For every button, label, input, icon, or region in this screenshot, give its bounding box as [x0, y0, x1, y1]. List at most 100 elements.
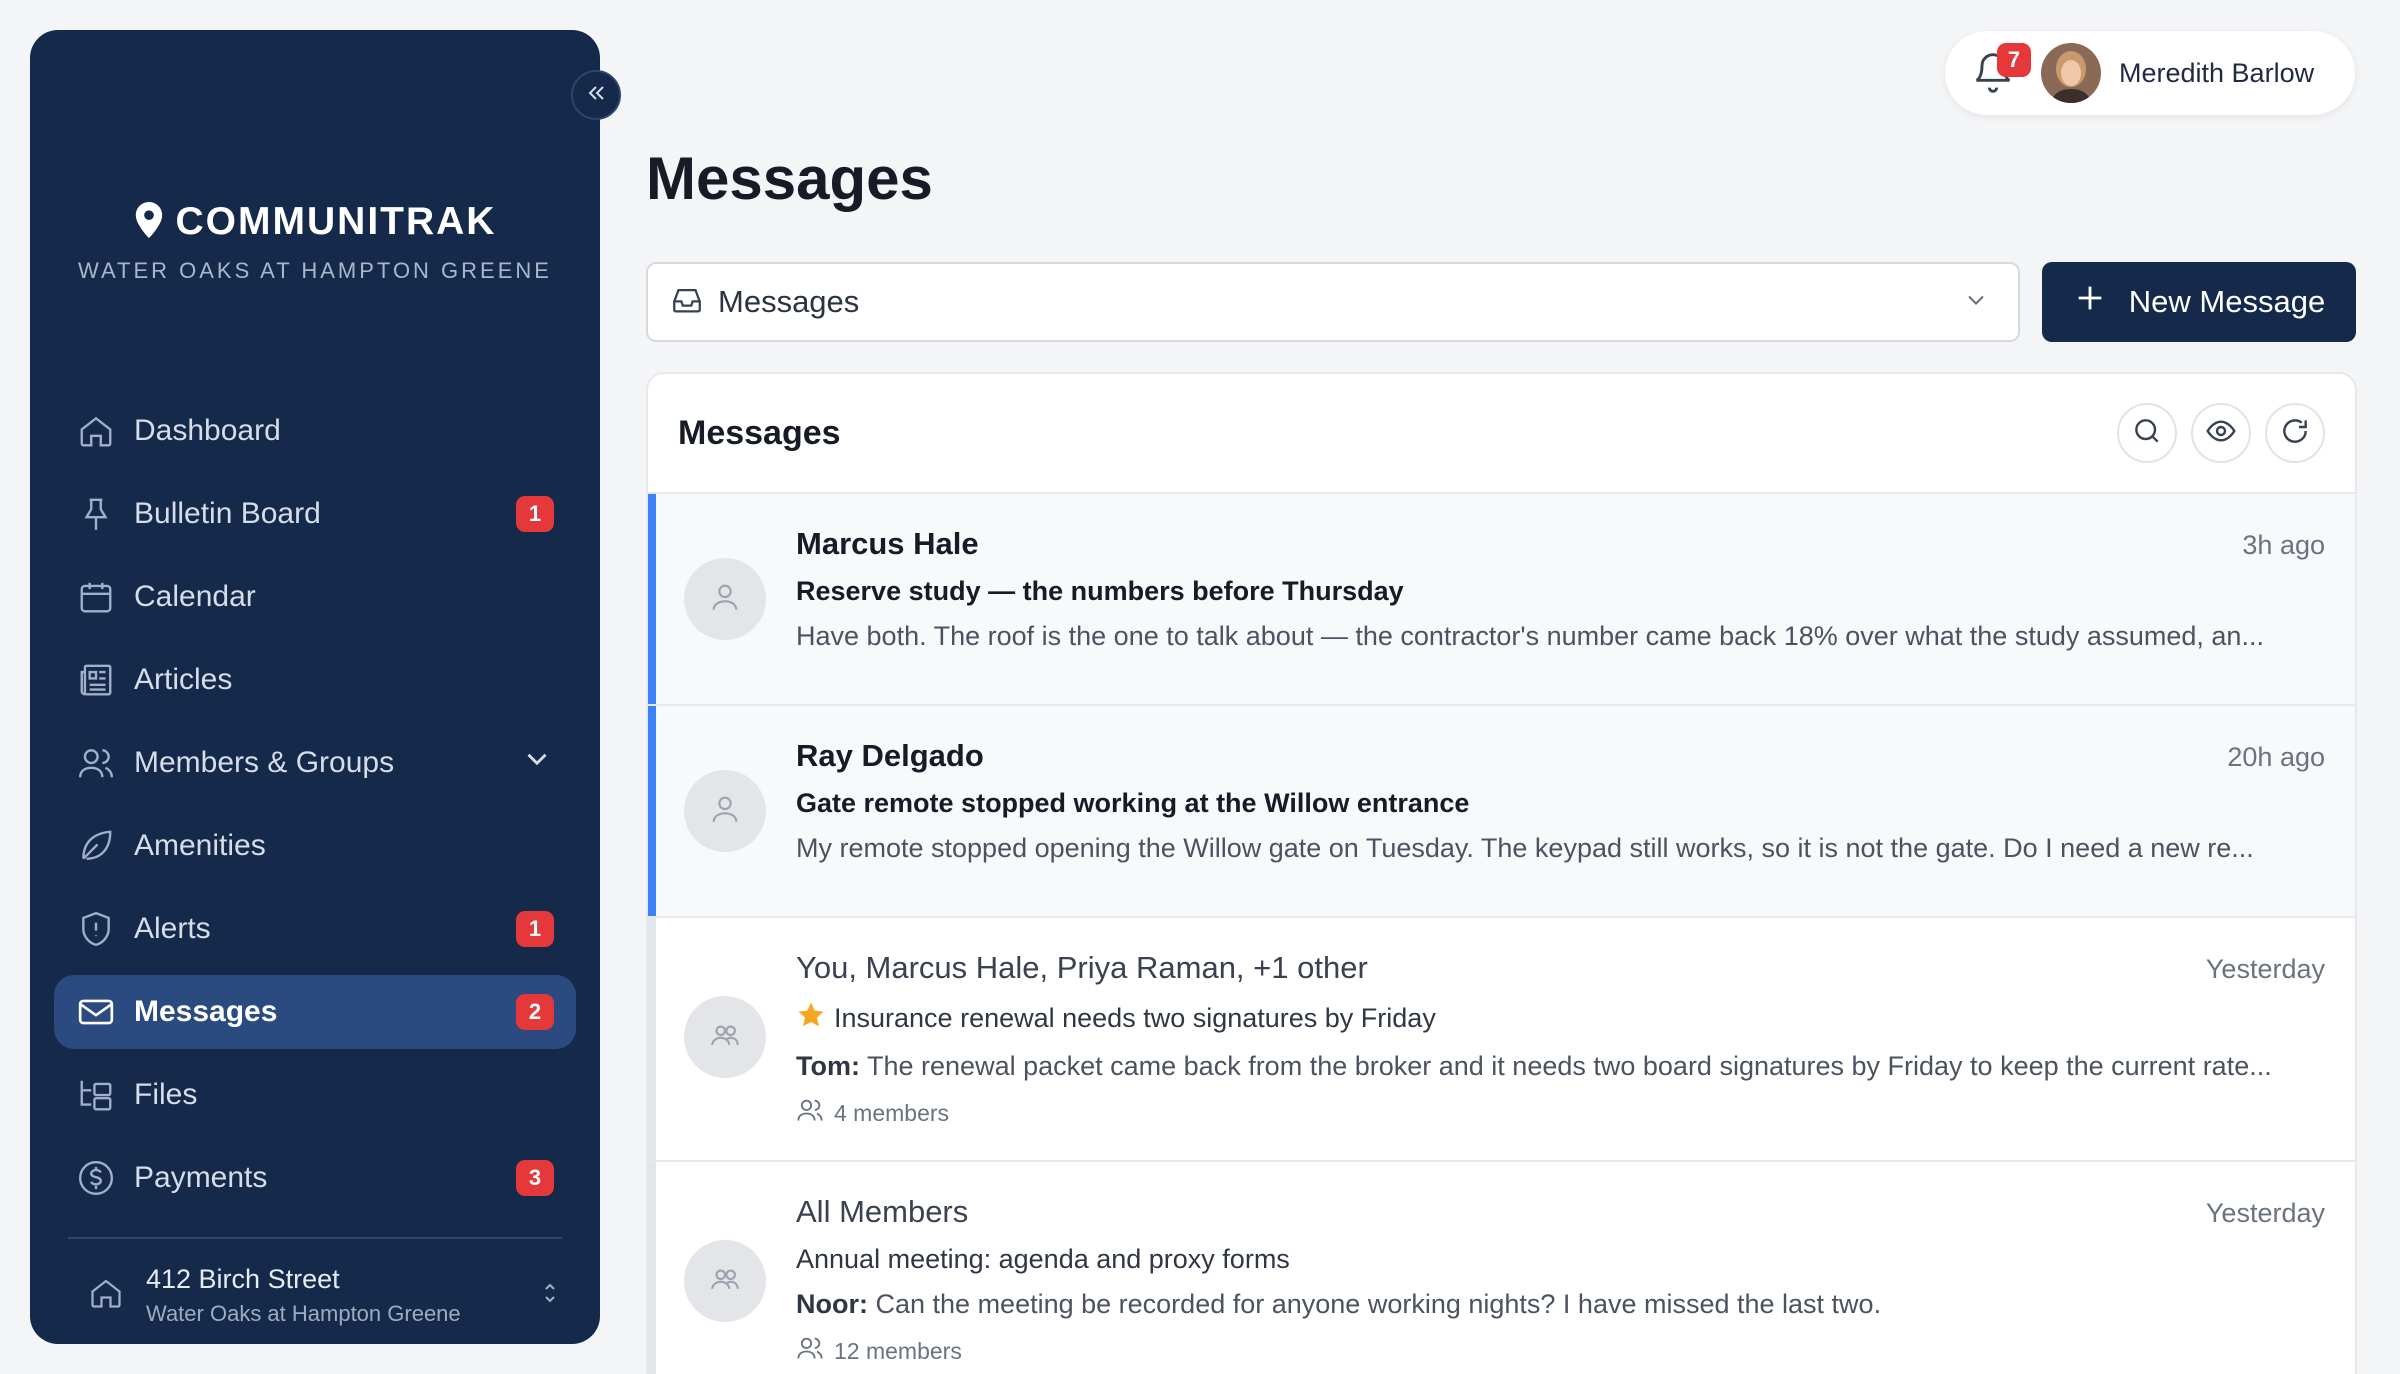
sidebar-item-label: Dashboard — [134, 414, 281, 447]
new-message-button[interactable]: New Message — [2042, 262, 2356, 342]
sidebar-item-payments[interactable]: Payments 3 — [54, 1141, 576, 1215]
user-header: 7 Meredith Barlow — [1945, 31, 2355, 115]
sidebar-item-amenities[interactable]: Amenities — [54, 809, 576, 883]
folder-select[interactable]: Messages — [646, 262, 2020, 342]
newspaper-icon — [76, 660, 116, 700]
sidebar-divider — [68, 1237, 562, 1239]
group-icon — [708, 1018, 742, 1057]
avatar — [684, 996, 766, 1078]
sidebar-item-articles[interactable]: Articles — [54, 643, 576, 717]
chevrons-left-icon — [584, 81, 608, 110]
preview-author: Noor: — [796, 1289, 868, 1319]
users-icon — [796, 1096, 824, 1130]
sidebar-item-files[interactable]: Files — [54, 1058, 576, 1132]
member-count: 12 members — [796, 1334, 2325, 1368]
sidebar-item-label: Alerts — [134, 912, 211, 945]
home-icon — [76, 411, 116, 451]
count-badge: 2 — [516, 994, 554, 1030]
refresh-button[interactable] — [2265, 403, 2325, 463]
page-title: Messages — [646, 145, 933, 212]
brand: COMMUNITRAK WATER OAKS AT HAMPTON GREENE — [30, 200, 600, 284]
collapse-sidebar-button[interactable] — [571, 70, 621, 120]
avatar — [684, 1240, 766, 1322]
message-time: Yesterday — [2205, 954, 2325, 984]
message-row[interactable]: Ray Delgado 20h ago Gate remote stopped … — [648, 706, 2355, 918]
message-sender: You, Marcus Hale, Priya Raman, +1 other — [796, 950, 1368, 985]
message-subject: Gate remote stopped working at the Willo… — [796, 788, 1470, 818]
chevron-down-icon[interactable] — [520, 742, 554, 784]
member-count-label: 12 members — [834, 1337, 962, 1364]
sidebar-item-members-groups[interactable]: Members & Groups — [54, 726, 576, 800]
message-preview: My remote stopped opening the Willow gat… — [796, 833, 2254, 863]
chevrons-up-down-icon — [538, 1278, 562, 1313]
sidebar-item-alerts[interactable]: Alerts 1 — [54, 892, 576, 966]
count-badge: 1 — [516, 496, 554, 532]
message-preview-row: Noor: Can the meeting be recorded for an… — [796, 1289, 2325, 1320]
message-row[interactable]: Marcus Hale 3h ago Reserve study — the n… — [648, 494, 2355, 706]
sidebar-item-label: Calendar — [134, 580, 256, 613]
map-pin-icon — [134, 201, 164, 243]
refresh-icon — [2279, 415, 2311, 452]
sidebar-item-messages[interactable]: Messages 2 — [54, 975, 576, 1049]
count-badge: 3 — [516, 1160, 554, 1196]
sidebar-item-label: Messages — [134, 995, 278, 1028]
message-row[interactable]: You, Marcus Hale, Priya Raman, +1 other … — [648, 918, 2355, 1162]
leaf-icon — [76, 826, 116, 866]
home-icon — [88, 1275, 124, 1316]
message-subject-row: Insurance renewal needs two signatures b… — [796, 1000, 2325, 1037]
property-address: 412 Birch Street — [146, 1264, 340, 1294]
search-button[interactable] — [2117, 403, 2177, 463]
member-count-label: 4 members — [834, 1099, 950, 1126]
chevron-down-icon — [1962, 286, 1990, 319]
notifications-button[interactable]: 7 — [1971, 43, 2031, 95]
pin-icon — [76, 494, 116, 534]
dollar-circle-icon — [76, 1158, 116, 1198]
users-icon — [796, 1334, 824, 1368]
mark-read-button[interactable] — [2191, 403, 2251, 463]
user-icon — [708, 792, 742, 831]
bell-icon — [1971, 53, 2015, 99]
message-row[interactable]: All Members Yesterday Annual meeting: ag… — [648, 1162, 2355, 1374]
mail-icon — [76, 992, 116, 1032]
member-count: 4 members — [796, 1096, 2325, 1130]
sidebar-item-label: Amenities — [134, 829, 266, 862]
property-switcher[interactable]: 412 Birch Street Water Oaks at Hampton G… — [88, 1264, 562, 1327]
calendar-icon — [76, 577, 116, 617]
folder-tree-icon — [76, 1075, 116, 1115]
notification-count-badge: 7 — [1997, 43, 2031, 77]
avatar — [684, 770, 766, 852]
sidebar-item-bulletin-board[interactable]: Bulletin Board 1 — [54, 477, 576, 551]
sidebar-item-label: Payments — [134, 1161, 268, 1194]
message-preview: Have both. The roof is the one to talk a… — [796, 621, 2264, 651]
sidebar-item-calendar[interactable]: Calendar — [54, 560, 576, 634]
message-subject: Annual meeting: agenda and proxy forms — [796, 1244, 1290, 1274]
message-sender: Ray Delgado — [796, 738, 984, 773]
message-preview: The renewal packet came back from the br… — [867, 1051, 2272, 1081]
star-icon[interactable] — [796, 1000, 826, 1037]
sidebar-nav: Dashboard Bulletin Board 1 Calendar Arti… — [54, 394, 576, 1224]
property-community: Water Oaks at Hampton Greene — [146, 1301, 461, 1326]
brand-subtitle: WATER OAKS AT HAMPTON GREENE — [78, 258, 552, 283]
shield-alert-icon — [76, 909, 116, 949]
message-time: 20h ago — [2227, 742, 2325, 772]
eye-icon — [2205, 415, 2237, 452]
sidebar: COMMUNITRAK WATER OAKS AT HAMPTON GREENE… — [30, 30, 600, 1344]
message-time: Yesterday — [2205, 1198, 2325, 1228]
users-icon — [76, 743, 116, 783]
preview-author: Tom: — [796, 1051, 860, 1081]
user-icon — [708, 580, 742, 619]
message-time: 3h ago — [2242, 530, 2325, 560]
inbox-icon — [670, 283, 704, 322]
sidebar-item-label: Members & Groups — [134, 746, 395, 779]
brand-name: COMMUNITRAK — [175, 200, 497, 243]
message-subject: Insurance renewal needs two signatures b… — [834, 1003, 1436, 1033]
sidebar-item-dashboard[interactable]: Dashboard — [54, 394, 576, 468]
avatar[interactable] — [2041, 43, 2101, 103]
avatar — [684, 558, 766, 640]
search-icon — [2131, 415, 2163, 452]
sidebar-item-label: Files — [134, 1078, 198, 1111]
folder-select-value: Messages — [718, 284, 860, 319]
user-name[interactable]: Meredith Barlow — [2119, 58, 2314, 89]
panel-header: Messages — [648, 374, 2355, 494]
sidebar-item-label: Bulletin Board — [134, 497, 321, 530]
